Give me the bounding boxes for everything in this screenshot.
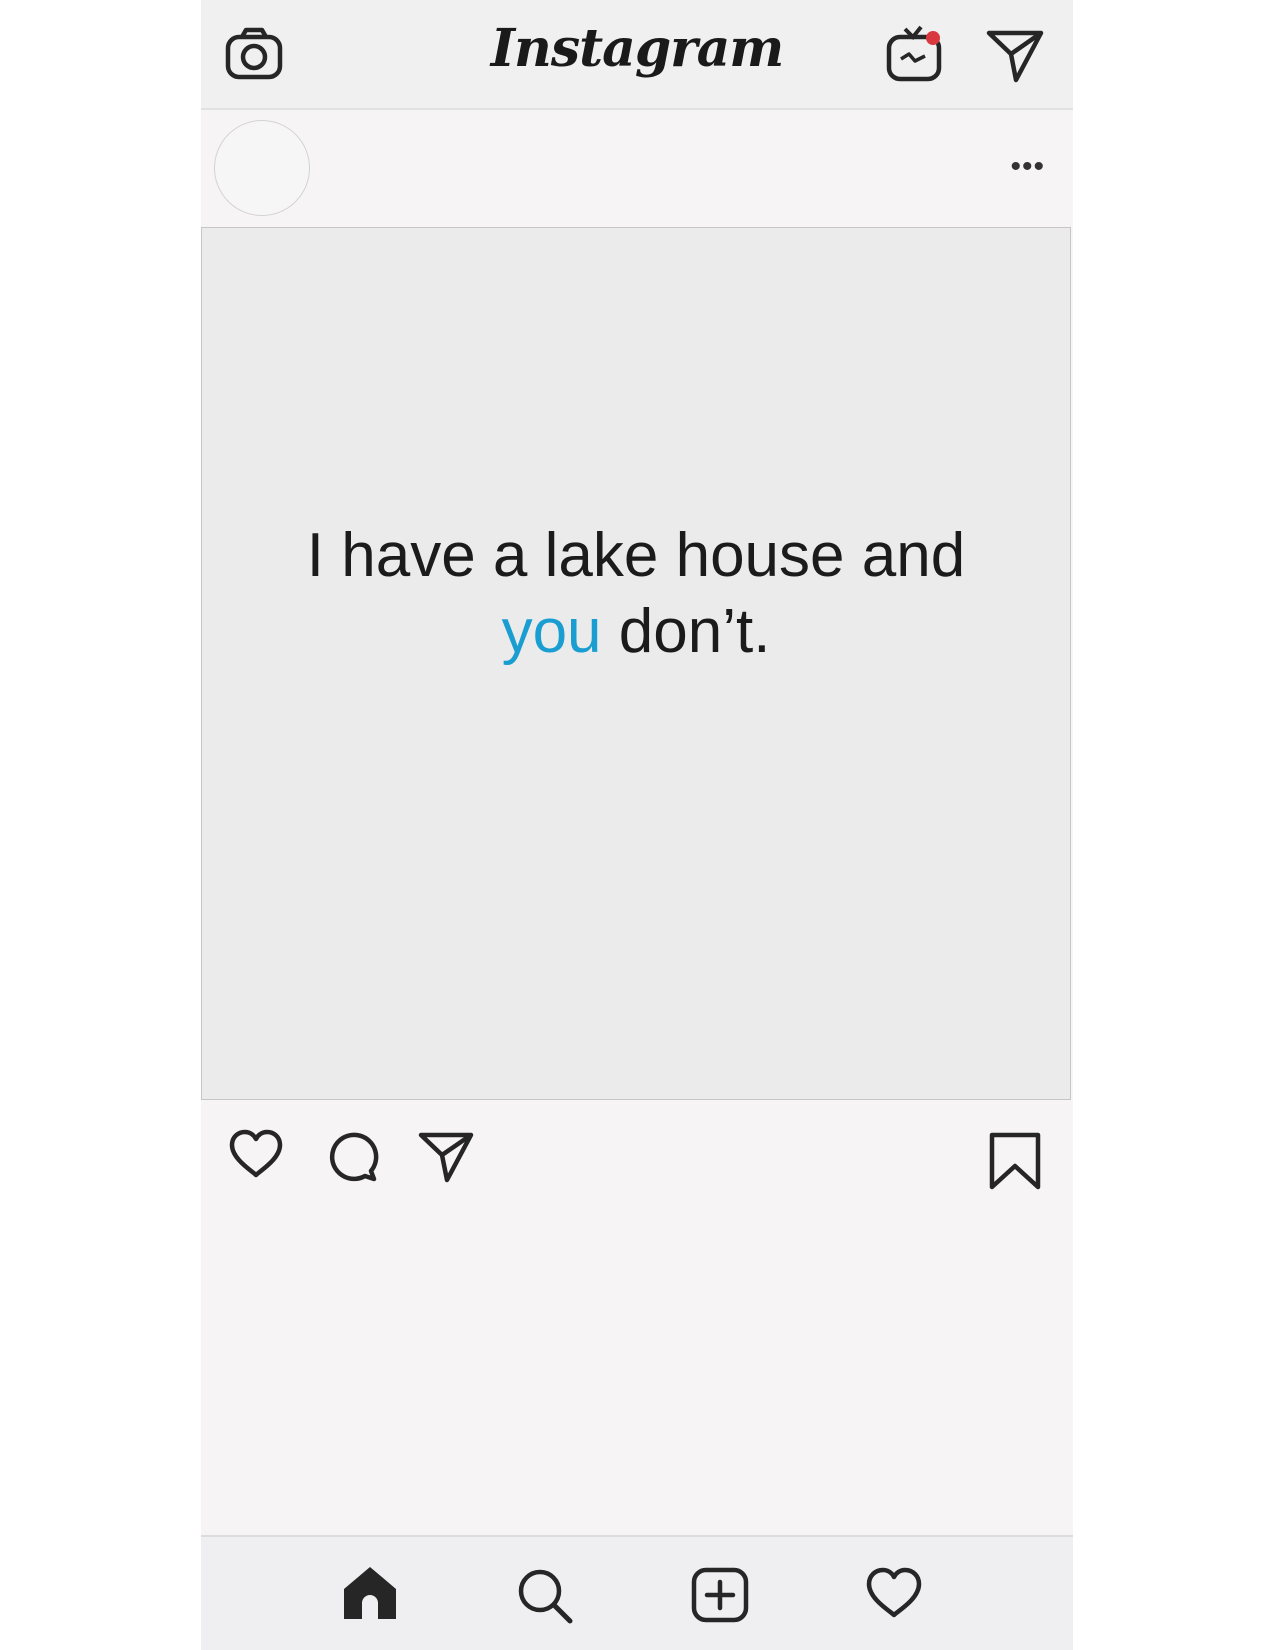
igtv-icon[interactable] [885,23,947,85]
post-text-accent: you [501,597,602,666]
instagram-phone-frame: Instagram ••• I have a lake house and yo… [201,0,1073,1650]
heart-icon[interactable] [228,1129,284,1179]
more-options-button[interactable]: ••• [1010,152,1045,182]
activity-heart-icon[interactable] [865,1567,923,1619]
post-text-rest: don’t. [601,597,771,666]
notification-dot [926,31,940,45]
share-icon[interactable] [417,1130,475,1184]
post-text-line1: I have a lake house and [306,521,966,590]
comment-icon[interactable] [325,1131,379,1183]
direct-message-icon[interactable] [985,28,1045,84]
bottom-navigation [201,1535,1073,1650]
avatar[interactable] [214,120,310,216]
post-actions [201,1102,1073,1212]
post-caption-text: I have a lake house and you don’t. [202,518,1070,670]
search-icon[interactable] [516,1567,574,1625]
bookmark-icon[interactable] [988,1132,1042,1192]
top-bar: Instagram [201,0,1073,110]
new-post-icon[interactable] [691,1567,749,1623]
post-image[interactable]: I have a lake house and you don’t. [201,227,1071,1100]
post-header: ••• [201,110,1073,226]
home-icon[interactable] [341,1565,399,1621]
